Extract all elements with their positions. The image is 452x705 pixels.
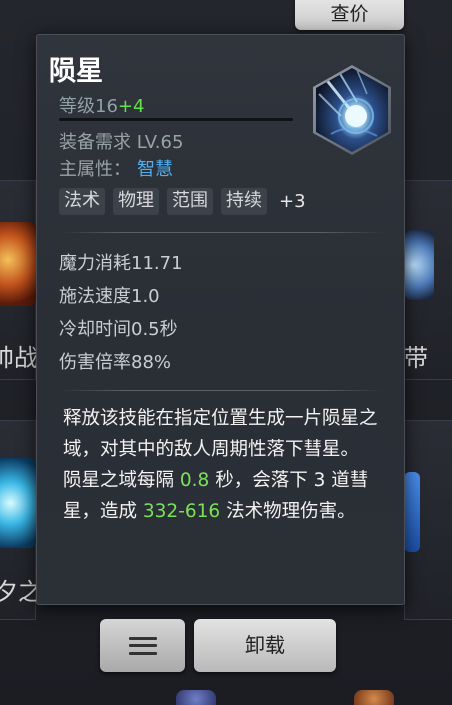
meteor-skill-icon <box>311 64 393 156</box>
level-progress-bar <box>59 118 293 121</box>
slot-skill-icon-right-1[interactable] <box>404 230 434 300</box>
meteor-icon-graphic <box>313 65 391 155</box>
menu-button[interactable] <box>100 619 185 672</box>
slot-skill-icon-left-2[interactable] <box>0 458 38 548</box>
slot-skill-icon-bottom-2[interactable] <box>354 690 394 705</box>
skill-tag: 持续 <box>221 188 267 215</box>
slot-skill-icon-bottom-1[interactable] <box>176 690 216 705</box>
main-attribute-value: 智慧 <box>137 159 173 180</box>
unload-button[interactable]: 卸载 <box>194 619 336 672</box>
desc-damage-value: 332-616 <box>142 501 221 522</box>
skill-level-label: 等级16 <box>59 96 118 117</box>
skill-tags: 法术 物理 范围 持续 +3 <box>59 188 306 215</box>
stat-mana-cost: 魔力消耗11.71 <box>59 253 183 274</box>
skill-tags-more[interactable]: +3 <box>279 191 306 212</box>
skill-stats: 魔力消耗11.71 施法速度1.0 冷却时间0.5秒 伤害倍率88% <box>59 247 183 379</box>
description-line-1: 释放该技能在指定位置生成一片陨星之域，对其中的敌人周期性落下彗星。 <box>63 408 378 460</box>
skill-tag: 物理 <box>113 188 159 215</box>
stat-cooldown: 冷却时间0.5秒 <box>59 319 178 340</box>
skill-tooltip: 陨星 等级16+4 装备需求 LV.65 主属性： 智慧 法术 物理 范围 持续 … <box>36 34 405 605</box>
divider <box>59 232 384 233</box>
skill-tag: 范围 <box>167 188 213 215</box>
skill-level-bonus: +4 <box>117 96 145 117</box>
hamburger-icon <box>128 636 157 655</box>
background-label-right-1: 带 <box>404 344 428 372</box>
equip-requirement: 装备需求 LV.65 <box>59 132 184 153</box>
stat-damage-multiplier: 伤害倍率88% <box>59 352 172 373</box>
skill-tag: 法术 <box>59 188 105 215</box>
stat-cast-speed: 施法速度1.0 <box>59 286 160 307</box>
slot-skill-icon-left-1[interactable] <box>0 222 38 306</box>
skill-description: 释放该技能在指定位置生成一片陨星之域，对其中的敌人周期性落下彗星。 陨星之域每隔… <box>63 403 388 527</box>
background-label-left-1: 帅战 <box>0 344 38 372</box>
slot-skill-icon-right-2[interactable] <box>404 472 420 552</box>
skill-title: 陨星 <box>49 56 103 87</box>
main-attribute: 主属性： 智慧 <box>59 155 173 181</box>
desc-text: 法术物理伤害。 <box>220 501 356 522</box>
desc-interval-value: 0.8 <box>179 470 210 491</box>
desc-text: 陨星之域每隔 <box>63 470 180 491</box>
skill-level: 等级16+4 <box>59 92 144 118</box>
description-line-2: 陨星之域每隔 0.8 秒，会落下 3 道彗星，造成 332-616 法术物理伤害… <box>63 465 388 527</box>
main-attribute-label: 主属性： <box>59 159 131 180</box>
divider <box>59 390 384 391</box>
price-check-button[interactable]: 查价 <box>295 0 404 30</box>
